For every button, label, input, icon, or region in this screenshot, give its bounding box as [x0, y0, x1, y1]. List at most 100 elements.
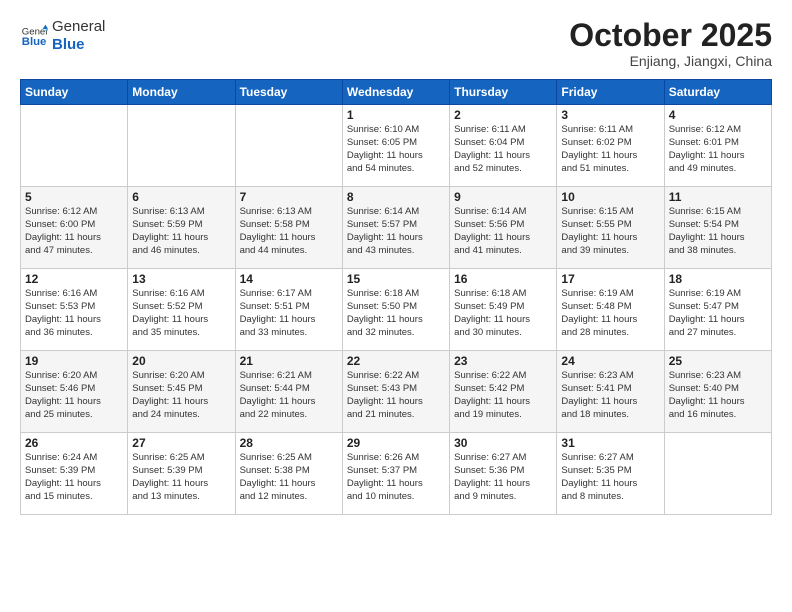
day-number: 4	[669, 108, 767, 122]
day-info: Sunrise: 6:25 AM Sunset: 5:39 PM Dayligh…	[132, 452, 230, 503]
calendar-cell: 30Sunrise: 6:27 AM Sunset: 5:36 PM Dayli…	[450, 433, 557, 515]
calendar-cell: 29 Sunrise: 6:26 AM Sunset: 5:37 PM Dayli…	[342, 433, 449, 515]
calendar-cell: 17Sunrise: 6:19 AM Sunset: 5:48 PM Dayli…	[557, 269, 664, 351]
logo-icon: General Blue	[20, 22, 48, 50]
month-title: October 2025	[569, 18, 772, 53]
weekday-tuesday: Tuesday	[235, 80, 342, 105]
day-info: Sunrise: 6:16 AM Sunset: 5:53 PM Dayligh…	[25, 288, 123, 339]
day-number: 23	[454, 354, 552, 368]
day-number: 1	[347, 108, 445, 122]
day-number: 18	[669, 272, 767, 286]
calendar-cell	[664, 433, 771, 515]
day-number: 28	[240, 436, 338, 450]
calendar-cell: 2Sunrise: 6:11 AM Sunset: 6:04 PM Daylig…	[450, 105, 557, 187]
weekday-saturday: Saturday	[664, 80, 771, 105]
day-info: Sunrise: 6:22 AM Sunset: 5:43 PM Dayligh…	[347, 370, 445, 421]
day-info: Sunrise: 6:19 AM Sunset: 5:47 PM Dayligh…	[669, 288, 767, 339]
calendar-cell: 8Sunrise: 6:14 AM Sunset: 5:57 PM Daylig…	[342, 187, 449, 269]
day-number: 25	[669, 354, 767, 368]
calendar-cell: 21 Sunrise: 6:21 AM Sunset: 5:44 PM Dayli…	[235, 351, 342, 433]
day-info: Sunrise: 6:21 AM Sunset: 5:44 PM Dayligh…	[240, 370, 338, 421]
weekday-monday: Monday	[128, 80, 235, 105]
calendar-cell: 12 Sunrise: 6:16 AM Sunset: 5:53 PM Dayli…	[21, 269, 128, 351]
calendar-week-3: 12 Sunrise: 6:16 AM Sunset: 5:53 PM Dayli…	[21, 269, 772, 351]
calendar-week-5: 26Sunrise: 6:24 AM Sunset: 5:39 PM Dayli…	[21, 433, 772, 515]
calendar-cell: 10 Sunrise: 6:15 AM Sunset: 5:55 PM Dayli…	[557, 187, 664, 269]
calendar-cell: 6 Sunrise: 6:13 AM Sunset: 5:59 PM Daylig…	[128, 187, 235, 269]
day-info: Sunrise: 6:10 AM Sunset: 6:05 PM Dayligh…	[347, 124, 445, 175]
day-info: Sunrise: 6:23 AM Sunset: 5:40 PM Dayligh…	[669, 370, 767, 421]
calendar-table: SundayMondayTuesdayWednesdayThursdayFrid…	[20, 79, 772, 515]
day-number: 19	[25, 354, 123, 368]
calendar-cell	[235, 105, 342, 187]
logo-blue: Blue	[52, 36, 85, 53]
day-info: Sunrise: 6:26 AM Sunset: 5:37 PM Dayligh…	[347, 452, 445, 503]
calendar-cell: 19 Sunrise: 6:20 AM Sunset: 5:46 PM Dayli…	[21, 351, 128, 433]
calendar-cell	[128, 105, 235, 187]
day-number: 13	[132, 272, 230, 286]
day-number: 15	[347, 272, 445, 286]
calendar-cell: 11Sunrise: 6:15 AM Sunset: 5:54 PM Dayli…	[664, 187, 771, 269]
calendar-cell: 20 Sunrise: 6:20 AM Sunset: 5:45 PM Dayli…	[128, 351, 235, 433]
day-number: 30	[454, 436, 552, 450]
calendar-cell: 22 Sunrise: 6:22 AM Sunset: 5:43 PM Dayli…	[342, 351, 449, 433]
day-number: 3	[561, 108, 659, 122]
day-info: Sunrise: 6:12 AM Sunset: 6:01 PM Dayligh…	[669, 124, 767, 175]
calendar-cell: 13 Sunrise: 6:16 AM Sunset: 5:52 PM Dayli…	[128, 269, 235, 351]
calendar-cell: 28 Sunrise: 6:25 AM Sunset: 5:38 PM Dayli…	[235, 433, 342, 515]
day-info: Sunrise: 6:15 AM Sunset: 5:55 PM Dayligh…	[561, 206, 659, 257]
day-info: Sunrise: 6:11 AM Sunset: 6:02 PM Dayligh…	[561, 124, 659, 175]
day-number: 27	[132, 436, 230, 450]
day-info: Sunrise: 6:23 AM Sunset: 5:41 PM Dayligh…	[561, 370, 659, 421]
day-info: Sunrise: 6:16 AM Sunset: 5:52 PM Dayligh…	[132, 288, 230, 339]
calendar-week-2: 5 Sunrise: 6:12 AM Sunset: 6:00 PM Daylig…	[21, 187, 772, 269]
day-number: 12	[25, 272, 123, 286]
weekday-thursday: Thursday	[450, 80, 557, 105]
day-info: Sunrise: 6:18 AM Sunset: 5:50 PM Dayligh…	[347, 288, 445, 339]
day-info: Sunrise: 6:18 AM Sunset: 5:49 PM Dayligh…	[454, 288, 552, 339]
logo: General Blue General Blue	[20, 18, 105, 54]
calendar-cell: 4 Sunrise: 6:12 AM Sunset: 6:01 PM Daylig…	[664, 105, 771, 187]
day-number: 5	[25, 190, 123, 204]
calendar-cell: 26Sunrise: 6:24 AM Sunset: 5:39 PM Dayli…	[21, 433, 128, 515]
day-number: 14	[240, 272, 338, 286]
day-number: 29	[347, 436, 445, 450]
day-number: 11	[669, 190, 767, 204]
day-info: Sunrise: 6:11 AM Sunset: 6:04 PM Dayligh…	[454, 124, 552, 175]
calendar-week-1: 1 Sunrise: 6:10 AM Sunset: 6:05 PM Daylig…	[21, 105, 772, 187]
calendar-cell: 7 Sunrise: 6:13 AM Sunset: 5:58 PM Daylig…	[235, 187, 342, 269]
day-number: 20	[132, 354, 230, 368]
day-number: 10	[561, 190, 659, 204]
day-number: 21	[240, 354, 338, 368]
day-info: Sunrise: 6:14 AM Sunset: 5:56 PM Dayligh…	[454, 206, 552, 257]
day-number: 7	[240, 190, 338, 204]
day-info: Sunrise: 6:17 AM Sunset: 5:51 PM Dayligh…	[240, 288, 338, 339]
calendar-cell: 24Sunrise: 6:23 AM Sunset: 5:41 PM Dayli…	[557, 351, 664, 433]
day-info: Sunrise: 6:12 AM Sunset: 6:00 PM Dayligh…	[25, 206, 123, 257]
location: Enjiang, Jiangxi, China	[569, 53, 772, 69]
day-number: 9	[454, 190, 552, 204]
day-info: Sunrise: 6:20 AM Sunset: 5:46 PM Dayligh…	[25, 370, 123, 421]
day-info: Sunrise: 6:22 AM Sunset: 5:42 PM Dayligh…	[454, 370, 552, 421]
calendar-cell: 18 Sunrise: 6:19 AM Sunset: 5:47 PM Dayli…	[664, 269, 771, 351]
calendar-cell	[21, 105, 128, 187]
calendar-cell: 23 Sunrise: 6:22 AM Sunset: 5:42 PM Dayli…	[450, 351, 557, 433]
day-info: Sunrise: 6:20 AM Sunset: 5:45 PM Dayligh…	[132, 370, 230, 421]
calendar-cell: 31Sunrise: 6:27 AM Sunset: 5:35 PM Dayli…	[557, 433, 664, 515]
day-number: 22	[347, 354, 445, 368]
logo-general: General	[52, 18, 105, 35]
day-info: Sunrise: 6:25 AM Sunset: 5:38 PM Dayligh…	[240, 452, 338, 503]
day-info: Sunrise: 6:27 AM Sunset: 5:35 PM Dayligh…	[561, 452, 659, 503]
calendar-cell: 3 Sunrise: 6:11 AM Sunset: 6:02 PM Daylig…	[557, 105, 664, 187]
day-number: 6	[132, 190, 230, 204]
calendar-cell: 16 Sunrise: 6:18 AM Sunset: 5:49 PM Dayli…	[450, 269, 557, 351]
calendar-cell: 27 Sunrise: 6:25 AM Sunset: 5:39 PM Dayli…	[128, 433, 235, 515]
svg-text:Blue: Blue	[22, 36, 47, 48]
calendar-cell: 5 Sunrise: 6:12 AM Sunset: 6:00 PM Daylig…	[21, 187, 128, 269]
title-block: October 2025 Enjiang, Jiangxi, China	[569, 18, 772, 69]
calendar-cell: 14 Sunrise: 6:17 AM Sunset: 5:51 PM Dayli…	[235, 269, 342, 351]
day-info: Sunrise: 6:24 AM Sunset: 5:39 PM Dayligh…	[25, 452, 123, 503]
day-info: Sunrise: 6:13 AM Sunset: 5:59 PM Dayligh…	[132, 206, 230, 257]
day-number: 16	[454, 272, 552, 286]
day-info: Sunrise: 6:13 AM Sunset: 5:58 PM Dayligh…	[240, 206, 338, 257]
